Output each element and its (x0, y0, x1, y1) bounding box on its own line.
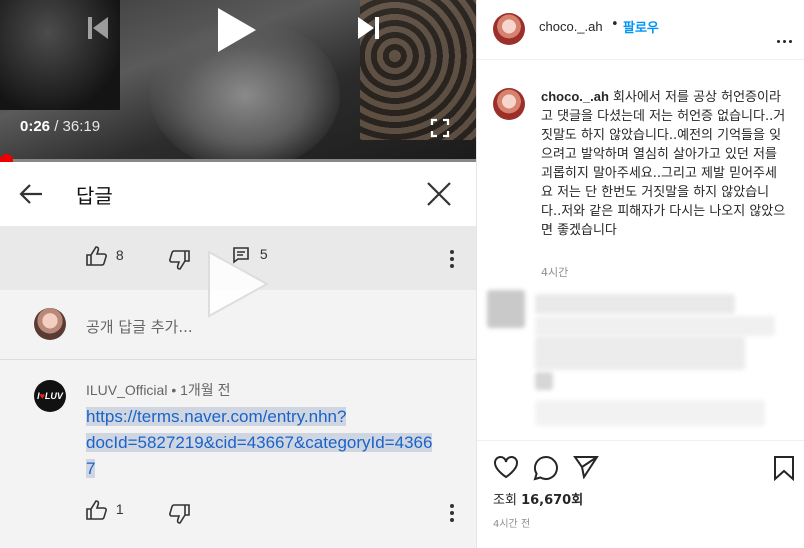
blurred-text (535, 316, 775, 336)
header-dot: • (611, 17, 619, 32)
iluv-avatar[interactable]: I♥LUV (34, 380, 66, 412)
thumbs-up-icon (86, 500, 107, 520)
more-options-icon[interactable] (450, 250, 454, 271)
comment-icon[interactable] (533, 455, 559, 485)
thumbs-down-icon (169, 250, 190, 270)
duration: 36:19 (62, 118, 101, 135)
video-time: 0:26 / 36:19 (20, 118, 100, 135)
reply-link[interactable]: https://terms.naver.com/entry.nhn? docId=… (86, 404, 456, 482)
fullscreen-icon[interactable] (430, 118, 450, 142)
blurred-text (535, 294, 735, 314)
time-separator: / (50, 118, 63, 135)
caption-text: 회사에서 저를 공상 허언증이라고 댓글을 다셨는데 저는 허언증 없습니다..… (541, 90, 786, 238)
link-line-2[interactable]: docId=5827219&cid=43667&categoryId=4366 (86, 433, 433, 452)
profile-avatar[interactable] (493, 13, 525, 45)
view-count: 조회 16,670회 (493, 489, 583, 508)
instagram-panel: choco._.ah • 팔로우 choco._.ah 회사에서 저를 공상 허… (476, 0, 804, 548)
post-time: 4시간 전 (493, 519, 531, 530)
dislike-button[interactable] (168, 250, 190, 270)
reply-comment: I♥LUV ILUV_Official • 1개월 전 https://term… (0, 360, 476, 548)
link-line-1[interactable]: https://terms.naver.com/entry.nhn? (86, 407, 347, 426)
back-arrow-icon[interactable] (18, 182, 44, 210)
next-icon[interactable] (356, 14, 382, 46)
overlay-play-icon[interactable] (203, 248, 271, 324)
reply-more-options-icon[interactable] (450, 504, 454, 525)
reply-time: 1개월 전 (180, 382, 231, 398)
video-player[interactable]: 0:26 / 36:19 (0, 0, 476, 162)
reply-like-button[interactable]: 1 (86, 500, 124, 520)
post-username[interactable]: choco._.ah (539, 19, 603, 34)
blurred-text (535, 336, 745, 370)
bookmark-icon[interactable] (773, 455, 795, 485)
reply-like-count: 1 (115, 500, 124, 517)
reply-meta: ILUV_Official • 1개월 전 (86, 380, 230, 400)
post-header: choco._.ah • 팔로우 (477, 0, 804, 60)
current-time: 0:26 (20, 118, 51, 135)
caption-avatar[interactable] (493, 88, 525, 120)
caption-time: 4시간 (541, 266, 569, 279)
post-caption: choco._.ah 회사에서 저를 공상 허언증이라고 댓글을 다셨는데 저는… (541, 87, 787, 240)
reply-author[interactable]: ILUV_Official (86, 382, 167, 398)
blurred-text (535, 372, 553, 390)
add-reply-input[interactable]: 공개 답글 추가... (86, 316, 193, 337)
user-avatar (34, 308, 66, 340)
thumbs-down-icon (169, 504, 190, 524)
heart-icon[interactable] (493, 455, 519, 483)
play-icon[interactable] (212, 6, 258, 58)
more-options-icon[interactable] (777, 28, 795, 47)
close-icon[interactable] (426, 181, 452, 211)
link-line-3[interactable]: 7 (86, 459, 96, 478)
thumbs-up-icon (86, 246, 107, 266)
reply-panel-title: 답글 (76, 184, 113, 208)
views-label: 조회 (493, 493, 517, 508)
reply-header: 답글 (0, 162, 476, 226)
post-actions: 조회 16,670회 4시간 전 (477, 440, 804, 548)
like-button[interactable]: 8 (86, 246, 124, 266)
like-count: 8 (115, 246, 124, 263)
reply-dislike-button[interactable] (168, 504, 190, 524)
blurred-text (535, 400, 765, 426)
avatar-letters-luv: LUV (44, 391, 63, 401)
youtube-panel: 0:26 / 36:19 답글 8 5 공개 답글 추가... I♥LUV IL… (0, 0, 476, 548)
views-number: 16,670회 (521, 493, 584, 508)
meta-separator: • (167, 382, 181, 398)
caption-username[interactable]: choco._.ah (541, 89, 609, 104)
share-icon[interactable] (573, 455, 599, 483)
follow-button[interactable]: 팔로우 (623, 17, 659, 36)
previous-icon[interactable] (86, 14, 110, 46)
blurred-avatar (487, 290, 525, 328)
